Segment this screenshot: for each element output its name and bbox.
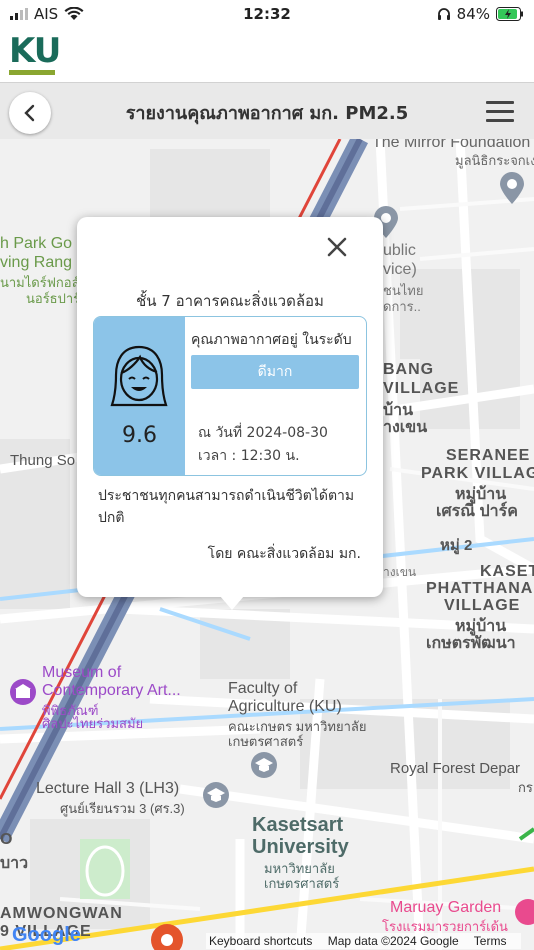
quality-label: คุณภาพอากาศอยู่ ในระดับ [191, 332, 352, 348]
map-label: เศรณี ปาร์ค [436, 503, 518, 520]
terms-link[interactable]: Terms [474, 934, 507, 948]
map-label: Contemporary Art... [42, 682, 181, 699]
map-label: ublic [383, 242, 416, 259]
hotel-icon[interactable] [514, 897, 534, 927]
map-label: Faculty of [228, 680, 298, 697]
map-label: Museum of [42, 664, 122, 681]
logo-text: KU [9, 31, 61, 71]
aqi-details: คุณภาพอากาศอยู่ ในระดับ ดีมาก ณ วันที่ 2… [185, 317, 366, 475]
headphones-icon [437, 8, 450, 20]
map-label: กร [518, 780, 533, 795]
map-label: VILLAGE [444, 597, 521, 614]
battery-percent: 84% [456, 5, 490, 23]
map-label: Royal Forest Depar [390, 760, 521, 777]
google-logo: Google [12, 924, 81, 946]
info-popup: ชั้น 7 อาคารคณะสิ่งแวดล้อม 9.6 คุณภาพอาก… [77, 217, 383, 597]
battery-icon [496, 7, 523, 21]
map-label: Maruay Garden [390, 899, 502, 916]
map-attribution: Keyboard shortcuts Map data ©2024 Google… [206, 933, 522, 949]
map-label: O [0, 831, 13, 848]
map-label: AMWONGWAN [0, 905, 123, 922]
map-label: เกษตรพัฒนา [426, 635, 516, 652]
quality-level-badge: ดีมาก [191, 355, 359, 389]
measure-time: เวลา : 12:30 น. [198, 448, 300, 464]
map-label: ศิลปะไทยร่วมสมัย [42, 716, 144, 731]
hamburger-line [486, 119, 514, 122]
map-label: Lecture Hall 3 (LH3) [36, 780, 180, 797]
map-label: vice) [383, 261, 417, 278]
museum-icon[interactable] [8, 677, 38, 707]
status-right: 84% [437, 5, 524, 23]
station-location: ชั้น 7 อาคารคณะสิ่งแวดล้อม [136, 292, 324, 310]
map-label: มูลนิธิกระจกเงา [455, 153, 534, 168]
map-label: ving Rang [0, 254, 73, 271]
measure-date: ณ วันที่ 2024-08-30 [198, 425, 328, 441]
map-label: BANG [383, 361, 435, 378]
map-label: ดการ.. [383, 299, 421, 314]
hamburger-line [486, 110, 514, 113]
popup-pointer [220, 596, 244, 610]
page-title: รายงานคุณภาพอากาศ มก. PM2.5 [125, 103, 409, 124]
map-label: PHATTHANA [426, 580, 534, 597]
air-quality-card: 9.6 คุณภาพอากาศอยู่ ในระดับ ดีมาก ณ วันท… [93, 316, 367, 476]
location-marker-icon[interactable] [150, 923, 184, 950]
map-pin-icon[interactable] [498, 171, 526, 205]
map-label: University [252, 836, 349, 858]
map-data-label: Map data ©2024 Google [327, 934, 459, 948]
smiling-face-icon [110, 345, 168, 407]
map-label: บาว [0, 855, 29, 872]
aqi-panel: 9.6 [94, 317, 185, 475]
map-label: Kasetsart [252, 814, 344, 836]
map-label: VILLAGE [383, 380, 460, 397]
status-bar: AIS 12:32 84% [0, 0, 534, 30]
health-advice: ประชาชนทุกคนสามารถดำเนินชีวิตได้ตามปกติ [98, 488, 355, 526]
keyboard-shortcuts-link[interactable]: Keyboard shortcuts [209, 934, 312, 948]
map-label: นอร์ธปาร์ [26, 291, 81, 306]
map-label: h Park Go [0, 235, 73, 252]
school-icon[interactable] [249, 750, 279, 780]
map-label: างเขน [383, 419, 428, 436]
data-credit: โดย คณะสิ่งแวดล้อม มก. [207, 546, 361, 562]
nav-bar: รายงานคุณภาพอากาศ มก. PM2.5 [0, 82, 534, 140]
menu-button[interactable] [486, 101, 514, 123]
map-label: เกษตรศาสตร์ [264, 876, 340, 891]
map-label: หมู่ 2 [440, 537, 473, 554]
map-label: Thung So [10, 452, 76, 469]
map-label: ศูนย์เรียนรวม 3 (ศร.3) [60, 801, 185, 816]
school-icon[interactable] [201, 780, 231, 810]
map-label: KASET [480, 563, 534, 580]
app-header: KU [0, 30, 534, 82]
map-label: เกษตรศาสตร์ [228, 734, 304, 749]
close-icon [327, 237, 347, 257]
pm25-value: 9.6 [122, 423, 157, 448]
map-label: PARK VILLAG [421, 465, 534, 482]
map-label: SERANEE [446, 447, 531, 464]
map-label: Agriculture (KU) [228, 698, 342, 715]
hamburger-line [486, 101, 514, 104]
map-label: างเขน [383, 565, 417, 579]
ku-logo: KU [9, 31, 61, 75]
close-button[interactable] [325, 235, 349, 259]
